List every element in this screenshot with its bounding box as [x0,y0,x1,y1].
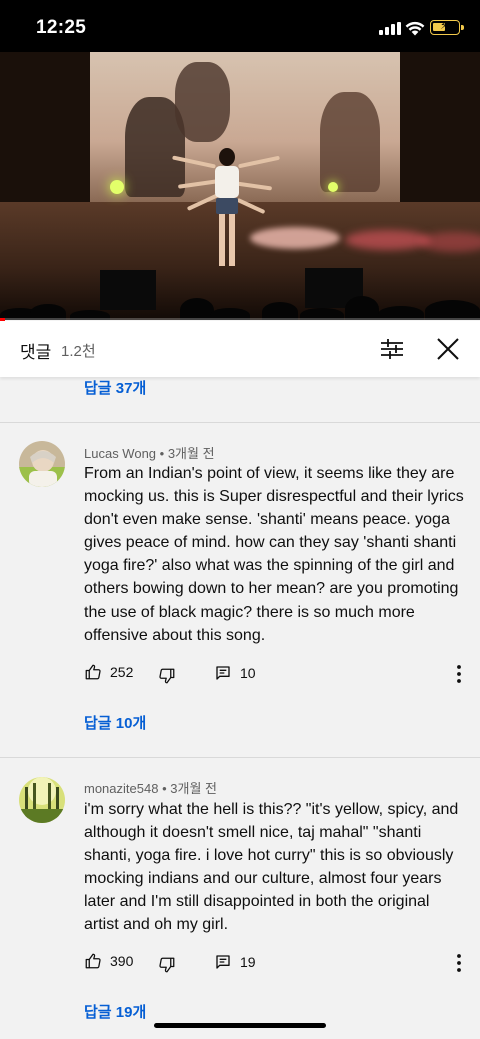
close-icon[interactable] [434,335,462,363]
dancer [212,148,242,272]
video-player[interactable] [0,52,480,320]
stage-light [328,182,338,192]
dislike-button[interactable] [158,956,176,974]
comment-author[interactable]: monazite548 [84,781,158,796]
comments-count: 1.2천 [61,343,96,360]
audience [0,292,480,320]
home-indicator [154,1023,326,1028]
battery-icon: ⚡ [430,20,464,35]
thumbs-up-icon [85,664,101,680]
reply-count: 19 [240,954,256,970]
backdrop-figure [320,92,380,192]
comment-text: i'm sorry what the hell is this?? "it's … [84,801,459,934]
like-button[interactable]: 252 [84,663,133,681]
like-count: 252 [110,664,134,680]
cellular-signal-icon [379,22,401,35]
divider [0,757,480,758]
more-vert-icon[interactable] [450,663,468,685]
reply-button[interactable]: 19 [215,954,256,970]
comment-icon [216,666,230,680]
view-replies-link[interactable]: 답글 10개 [84,712,146,733]
comments-title: 댓글 [20,343,52,362]
spotlight [345,230,430,250]
status-bar: 12:25 ⚡ [0,0,480,52]
thumbs-down-icon [159,957,175,973]
status-time: 12:25 [36,17,87,38]
backdrop-figure [175,62,230,142]
comment-text: From an Indian's point of view, it seems… [84,465,464,644]
comment-icon [216,955,230,969]
avatar[interactable] [19,777,65,823]
comments-header: 댓글 1.2천 [0,321,480,377]
dislike-button[interactable] [158,667,176,685]
comment-time: 3개월 전 [167,446,215,461]
reply-button[interactable]: 10 [215,665,256,681]
thumbs-down-icon [159,668,175,684]
comment-author[interactable]: Lucas Wong [84,446,156,461]
like-button[interactable]: 390 [84,952,133,970]
divider [0,422,480,423]
stage-light [110,180,124,194]
view-replies-link[interactable]: 답글 37개 [84,377,146,398]
comment-meta: monazite548 • 3개월 전 [84,781,217,796]
more-vert-icon[interactable] [450,952,468,974]
spotlight [250,227,340,249]
comment-meta: Lucas Wong • 3개월 전 [84,446,215,461]
comment-time: 3개월 전 [170,781,217,796]
avatar[interactable] [19,441,65,487]
view-replies-link[interactable]: 답글 19개 [84,1001,146,1022]
reply-count: 10 [240,665,256,681]
like-count: 390 [110,953,134,969]
sliders-icon[interactable] [378,335,406,363]
wifi-icon [405,21,425,36]
thumbs-up-icon [85,953,101,969]
